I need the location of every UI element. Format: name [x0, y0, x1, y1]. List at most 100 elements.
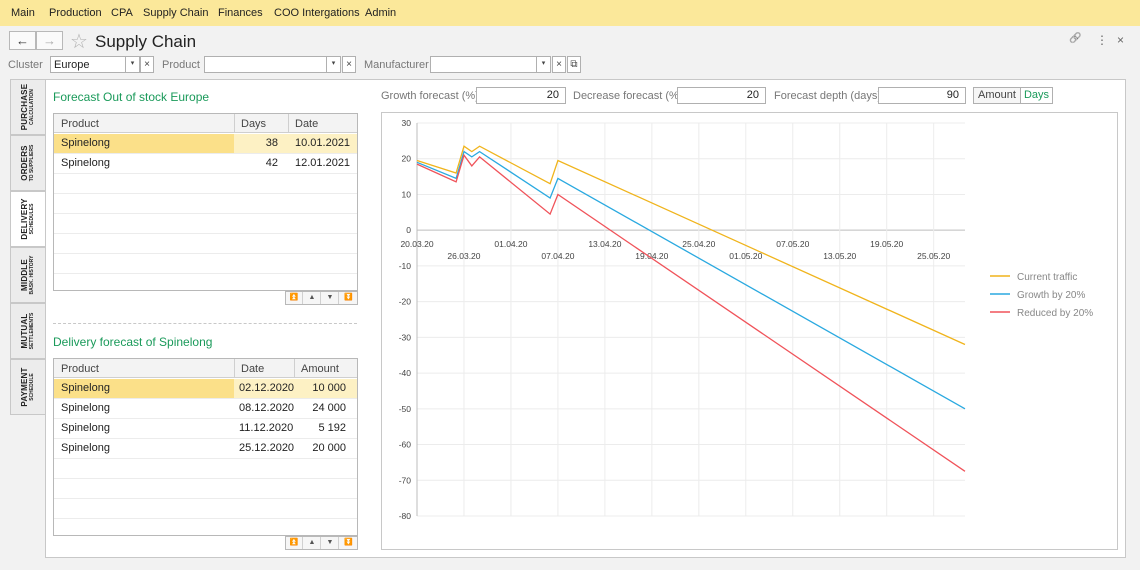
table-row[interactable]: Spinelong 42 12.01.2021: [54, 154, 357, 174]
forward-button[interactable]: →: [36, 31, 63, 50]
tab-title: PURCHASE: [20, 83, 29, 131]
column-header[interactable]: Product: [61, 118, 99, 130]
tab-subtitle: CALCULATION: [29, 89, 35, 125]
table-row[interactable]: Spinelong 02.12.2020 10 000: [54, 379, 357, 399]
column-header[interactable]: Amount: [301, 363, 339, 375]
chevron-down-icon[interactable]: ▾: [326, 57, 340, 72]
y-tick-label: 10: [402, 189, 412, 199]
first-page-icon[interactable]: ⏫: [286, 292, 303, 304]
back-button[interactable]: ←: [9, 31, 36, 50]
tab-title: PAYMENT: [20, 367, 29, 407]
star-icon[interactable]: ☆: [70, 29, 88, 54]
column-header[interactable]: Days: [241, 118, 266, 130]
x-tick-label: 25.05.20: [917, 251, 950, 261]
decrease-forecast-input[interactable]: 20: [677, 87, 766, 104]
tab-mutual[interactable]: MUTUAL SETTLEMENTS: [10, 303, 45, 359]
top-menu-bar: Main Production CPA Supply Chain Finance…: [0, 0, 1140, 26]
last-page-icon[interactable]: ⏬: [340, 292, 357, 304]
manufacturer-open-button[interactable]: ⧉: [567, 56, 581, 73]
cell-amount: 20 000: [312, 442, 346, 454]
tab-orders[interactable]: ORDERS TO SUPPLIERS: [10, 135, 45, 191]
menu-item-admin[interactable]: Admin: [365, 7, 396, 19]
growth-forecast-input[interactable]: 20: [476, 87, 566, 104]
forecast-chart: 30 20 10 0 -10 -20 -30 -40 -50 -60 -70 -80 20.03.20 2…: [381, 112, 1118, 550]
delivery-table-title: Delivery forecast of Spinelong: [53, 335, 213, 349]
arrow-left-icon: ←: [16, 33, 29, 48]
table-row[interactable]: Spinelong 08.12.2020 24 000: [54, 399, 357, 419]
y-tick-label: 20: [402, 154, 412, 164]
x-tick-label: 19.05.20: [870, 239, 903, 249]
menu-item-main[interactable]: Main: [11, 7, 35, 19]
prev-page-icon[interactable]: ▲: [304, 537, 321, 549]
table-header: Product Days Date: [54, 114, 357, 133]
tab-title: MIDDLE: [20, 259, 29, 291]
table-row[interactable]: Spinelong 25.12.2020 20 000: [54, 439, 357, 459]
cell-product: Spinelong: [54, 134, 234, 153]
cell-date: 08.12.2020: [239, 402, 295, 414]
cell-product: Spinelong: [54, 379, 234, 398]
days-toggle[interactable]: Days: [1020, 87, 1053, 104]
table-row[interactable]: Spinelong 11.12.2020 5 192: [54, 419, 357, 439]
table-row[interactable]: Spinelong 38 10.01.2021: [54, 134, 357, 154]
tab-subtitle: TO SUPPLIERS: [29, 144, 35, 182]
last-page-icon[interactable]: ⏬: [340, 537, 357, 549]
menu-item-supply-chain[interactable]: Supply Chain: [143, 7, 208, 19]
next-page-icon[interactable]: ▼: [322, 537, 339, 549]
forecast-chart-svg: 3020100-10-20-30-40-50-60-70-8020.03.202…: [399, 118, 1094, 521]
clear-icon: ×: [556, 59, 562, 70]
menu-item-production[interactable]: Production: [49, 7, 102, 19]
y-tick-label: -70: [399, 475, 412, 485]
cluster-label: Cluster: [8, 59, 43, 71]
y-tick-label: -60: [399, 440, 412, 450]
table-header: Product Date Amount: [54, 359, 357, 378]
first-page-icon[interactable]: ⏫: [286, 537, 303, 549]
x-tick-label: 01.05.20: [729, 251, 762, 261]
tab-subtitle: SETTLEMENTS: [29, 312, 35, 350]
prev-page-icon[interactable]: ▲: [304, 292, 321, 304]
x-tick-label: 26.03.20: [447, 251, 480, 261]
cell-days: 38: [265, 137, 278, 149]
forecast-table-pager: ⏫ ▲ ▼ ⏬: [285, 291, 358, 305]
next-page-icon[interactable]: ▼: [322, 292, 339, 304]
cluster-clear-button[interactable]: ×: [140, 56, 154, 73]
product-label: Product: [162, 59, 200, 71]
column-header[interactable]: Date: [241, 363, 264, 375]
chevron-down-icon[interactable]: ▾: [536, 57, 550, 72]
tab-subtitle: BASK. HISTORY: [29, 255, 35, 295]
cell-product: Spinelong: [61, 402, 110, 414]
tab-payment[interactable]: PAYMENT SCHEDULE: [10, 359, 45, 415]
product-select[interactable]: ▾: [204, 56, 341, 73]
manufacturer-clear-button[interactable]: ×: [552, 56, 566, 73]
x-tick-label: 13.05.20: [823, 251, 856, 261]
cell-date: 10.01.2021: [295, 137, 351, 149]
product-clear-button[interactable]: ×: [342, 56, 356, 73]
cell-amount: 5 192: [318, 422, 346, 434]
menu-item-cpa[interactable]: CPA: [111, 7, 133, 19]
close-icon[interactable]: ×: [1117, 33, 1124, 47]
growth-forecast-label: Growth forecast (%): [381, 90, 479, 102]
cluster-value: Europe: [54, 59, 90, 71]
x-tick-label: 19.04.20: [635, 251, 668, 261]
manufacturer-label: Manufacturer: [364, 59, 429, 71]
series-line: [416, 150, 966, 410]
forecast-depth-input[interactable]: 90: [878, 87, 966, 104]
tab-middle[interactable]: MIDDLE BASK. HISTORY: [10, 247, 45, 303]
menu-item-finances[interactable]: Finances: [218, 7, 263, 19]
cell-date: 12.01.2021: [295, 157, 351, 169]
open-window-icon: ⧉: [570, 59, 578, 70]
tab-purchase[interactable]: PURCHASE CALCULATION: [10, 79, 45, 135]
delivery-table-pager: ⏫ ▲ ▼ ⏬: [285, 536, 358, 550]
kebab-menu-icon[interactable]: ⋮: [1096, 33, 1108, 47]
column-header[interactable]: Product: [61, 363, 99, 375]
manufacturer-select[interactable]: ▾: [430, 56, 551, 73]
chevron-down-icon[interactable]: ▾: [125, 57, 139, 72]
x-tick-label: 13.04.20: [588, 239, 621, 249]
cluster-select[interactable]: Europe ▾: [50, 56, 140, 73]
legend-label: Current traffic: [1017, 272, 1077, 283]
tab-delivery[interactable]: DELIVERY SCHEDULES: [10, 191, 45, 247]
tab-title: MUTUAL: [20, 313, 29, 349]
menu-item-coo-integrations[interactable]: COO Intergations: [274, 7, 360, 19]
column-header[interactable]: Date: [295, 118, 318, 130]
amount-toggle[interactable]: Amount: [973, 87, 1021, 104]
link-icon[interactable]: 🔗: [1069, 33, 1081, 44]
